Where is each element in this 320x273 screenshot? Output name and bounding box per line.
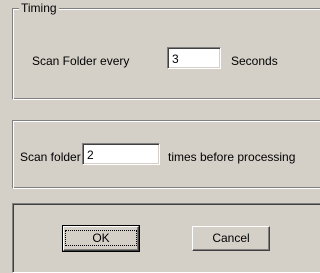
- seconds-label: Seconds: [231, 54, 278, 68]
- scan-interval-input[interactable]: [167, 47, 221, 69]
- timing-group-title: Timing: [19, 1, 59, 15]
- scan-interval-label: Scan Folder every: [32, 54, 130, 68]
- cancel-button-label: Cancel: [212, 231, 250, 245]
- scan-count-group: Scan folder times before processing: [12, 120, 320, 189]
- cancel-button[interactable]: Cancel: [192, 226, 270, 251]
- ok-button-label: OK: [65, 230, 137, 246]
- timing-group: Timing Scan Folder every Seconds: [12, 1, 320, 100]
- times-before-processing-label: times before processing: [168, 150, 296, 164]
- ok-button[interactable]: OK: [62, 225, 140, 252]
- scan-count-input[interactable]: [82, 143, 160, 165]
- scan-folder-label: Scan folder: [20, 150, 81, 164]
- button-panel: OK Cancel: [12, 203, 320, 273]
